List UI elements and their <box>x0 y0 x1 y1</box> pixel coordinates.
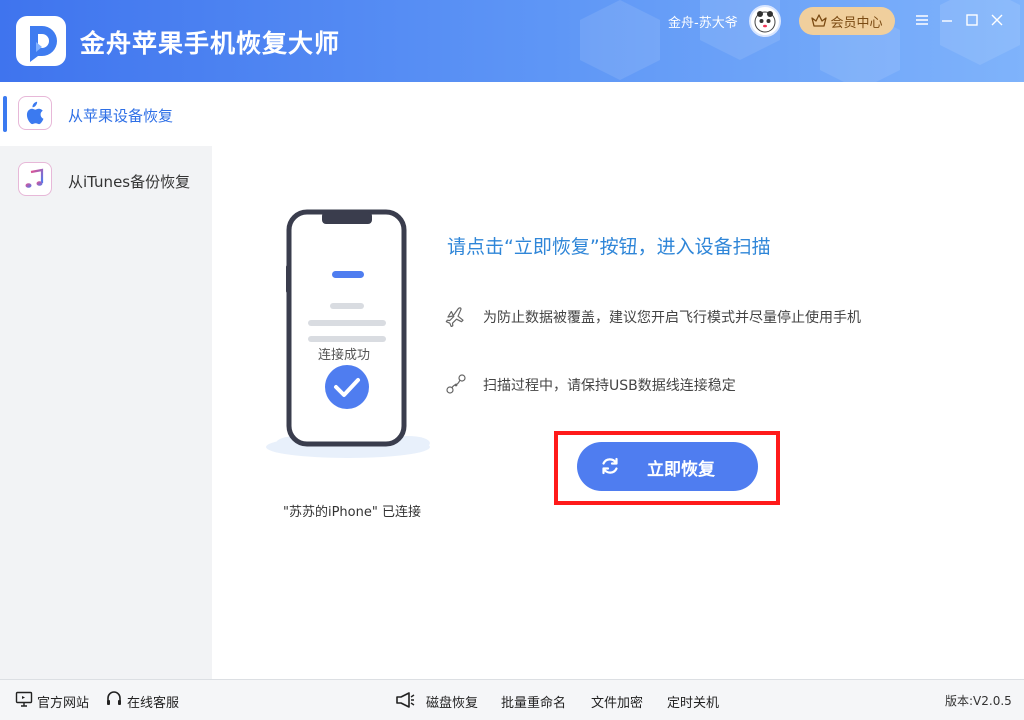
device-connected-status: "苏苏的iPhone" 已连接 <box>283 505 421 520</box>
user-avatar[interactable] <box>749 5 781 37</box>
tip-text: 为防止数据被覆盖，建议您开启飞行模式并尽量停止使用手机 <box>483 310 861 326</box>
batch-rename-link[interactable]: 批量重命名 <box>501 692 566 711</box>
headset-icon <box>107 691 121 705</box>
official-website-link[interactable]: 官方网站 <box>37 692 89 711</box>
instruction-headline: 请点击“立即恢复”按钮，进入设备扫描 <box>447 236 771 258</box>
recover-now-label: 立即恢复 <box>647 460 715 480</box>
close-icon[interactable] <box>987 9 1007 31</box>
sidebar: 从苹果设备恢复 从iTunes备份恢复 <box>0 82 212 679</box>
menu-icon[interactable] <box>912 9 932 31</box>
connection-success-text: 连接成功 <box>318 348 371 363</box>
phone-illustration <box>258 205 438 475</box>
vip-center-button[interactable]: 会员中心 <box>799 7 895 35</box>
music-note-icon <box>18 162 52 196</box>
file-encryption-link[interactable]: 文件加密 <box>591 692 643 711</box>
airplane-icon <box>445 307 464 327</box>
maximize-icon[interactable] <box>962 9 982 31</box>
title-bar: 金舟苹果手机恢复大师 金舟-苏大爷 会员中心 <box>0 0 1024 82</box>
footer-bar: 官方网站 在线客服 磁盘恢复 批量重命名 文件加密 定时关机 版本:V2.0.5 <box>0 679 1024 720</box>
version-label: 版本:V2.0.5 <box>945 694 1012 708</box>
sidebar-item-label: 从苹果设备恢复 <box>68 107 174 125</box>
crown-icon <box>811 14 828 27</box>
sidebar-item-apple-device-recovery[interactable]: 从苹果设备恢复 <box>0 82 212 146</box>
app-title: 金舟苹果手机恢复大师 <box>80 29 341 58</box>
vip-center-label: 会员中心 <box>830 15 883 31</box>
megaphone-icon <box>396 692 415 708</box>
online-support-link[interactable]: 在线客服 <box>127 692 179 711</box>
apple-icon <box>18 96 52 130</box>
usb-cable-icon <box>446 374 466 394</box>
refresh-icon <box>602 457 618 475</box>
tip-text: 扫描过程中，请保持USB数据线连接稳定 <box>483 378 736 394</box>
app-logo <box>16 16 66 66</box>
monitor-icon <box>15 691 33 707</box>
sidebar-item-itunes-backup-recovery[interactable]: 从iTunes备份恢复 <box>0 148 212 212</box>
minimize-icon[interactable] <box>937 9 957 31</box>
user-name[interactable]: 金舟-苏大爷 <box>668 12 738 31</box>
disk-recovery-link[interactable]: 磁盘恢复 <box>426 692 478 711</box>
recover-now-button[interactable]: 立即恢复 <box>577 442 758 491</box>
active-indicator <box>3 96 7 132</box>
timed-shutdown-link[interactable]: 定时关机 <box>667 692 719 711</box>
sidebar-item-label: 从iTunes备份恢复 <box>68 173 191 191</box>
